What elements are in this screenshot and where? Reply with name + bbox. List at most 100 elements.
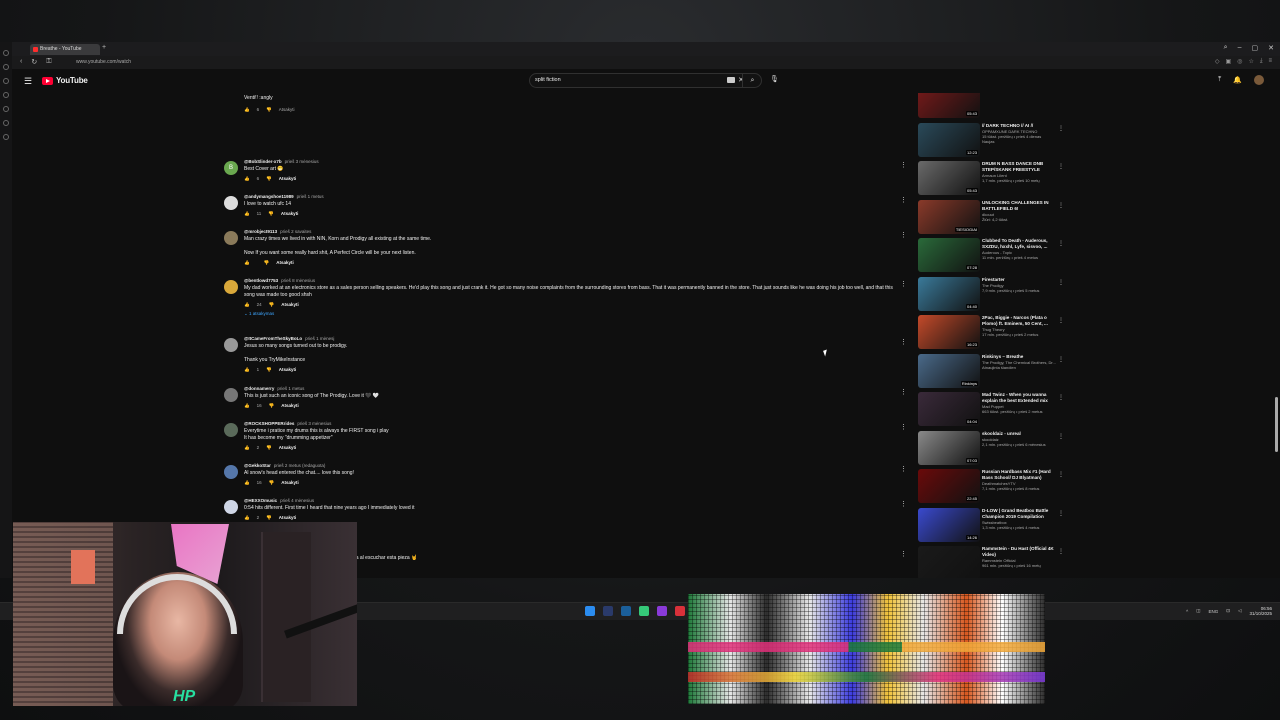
video-channel[interactable]: The Prodigy, The Chemical Brothers, Dr..… [982,360,1062,365]
avatar[interactable] [224,423,238,437]
avatar[interactable] [224,231,238,245]
more-options-icon[interactable]: ⋮ [1058,548,1064,555]
video-thumbnail[interactable]: 07:03 [918,430,980,465]
reply-button[interactable]: Atsakyti [281,302,299,307]
related-video[interactable]: 05:43 DRUM N BASS DANCE DNB STEP/SKANK F… [916,161,1076,199]
related-video[interactable]: Rammstein - Du Hast (Official 4K Video) … [916,546,1076,578]
comment-time[interactable]: prieš 2 savaites [280,229,311,234]
network-icon[interactable]: ⊡ [1226,608,1230,614]
dislike-icon[interactable]: 👎 [266,367,272,373]
sidebar-app-icon[interactable] [3,78,9,84]
comment-time[interactable]: prieš 1 mėnesį [305,336,334,341]
sidebar-app-icon[interactable] [3,134,9,140]
more-options-icon[interactable]: ⋮ [900,500,907,508]
like-icon[interactable]: 👍 [244,302,250,308]
reply-button[interactable]: Atsakyti [279,176,297,181]
taskbar-app-icon[interactable] [639,606,649,616]
related-video[interactable]: 12:23 // DARK TECHNO // AI // OPPAMXUNE … [916,122,1076,161]
dislike-icon[interactable]: 👎 [268,211,274,217]
comment-author[interactable]: @GekkoStar [244,463,271,468]
comment-author[interactable]: @ROCKSHOPPERrides [244,421,294,426]
avatar[interactable]: B [224,161,238,175]
video-thumbnail[interactable]: TIESIOGIAI [918,199,980,234]
hamburger-menu-icon[interactable]: ☰ [24,76,32,87]
video-title[interactable]: Clubbed To Death - Auderous, SXZDU, hxxh… [982,238,1062,250]
maximize-icon[interactable]: ▢ [1252,44,1259,52]
search-button[interactable]: ⌕ [742,73,762,88]
youtube-logo[interactable]: YouTube [42,76,88,85]
more-options-icon[interactable]: ⋮ [1058,394,1064,401]
avatar[interactable] [224,388,238,402]
more-options-icon[interactable]: ⋮ [900,550,907,558]
video-title[interactable]: 2Pac, Biggie - Narcos (Plata o Plomo) ft… [982,315,1062,327]
voice-search-icon[interactable]: 🎙 [770,75,779,83]
like-icon[interactable]: 👍 [244,367,250,373]
video-thumbnail[interactable]: 07:28 [918,238,980,272]
like-icon[interactable]: 👍 [244,403,250,409]
reply-button[interactable]: Atsakyti [279,367,297,372]
create-icon[interactable]: ⤒ [1218,76,1221,84]
more-options-icon[interactable]: ⋮ [1058,125,1064,132]
windows-start-icon[interactable] [585,606,595,616]
comment-time[interactable]: prieš 2 metus (redaguota) [274,463,326,468]
reply-button[interactable]: Atsakyti [276,260,294,265]
like-icon[interactable]: 👍 [244,176,250,182]
comment-author[interactable]: @BobSlinder-x7b [244,159,282,164]
more-options-icon[interactable]: ⋮ [900,280,907,288]
video-title[interactable]: Rammstein - Du Hast (Official 4K Video) [982,546,1062,558]
more-options-icon[interactable]: ⋮ [1058,356,1064,363]
related-video[interactable]: 05:43 Naujas [916,93,1076,122]
sidebar-app-icon[interactable] [3,92,9,98]
extension-icon[interactable]: ◎ [1237,58,1242,65]
like-icon[interactable]: 👍 [244,107,250,113]
more-options-icon[interactable]: ⋮ [1058,433,1064,440]
url-field[interactable]: www.youtube.com/watch [76,59,131,65]
avatar[interactable] [224,500,238,514]
more-options-icon[interactable]: ⋮ [1058,510,1064,517]
keyboard-icon[interactable] [727,77,735,83]
comment-author[interactable]: @bentlowd7753 [244,278,278,283]
reply-button[interactable]: Atsakyti [281,480,299,485]
more-options-icon[interactable]: ⋮ [1058,163,1064,170]
comment-time[interactable]: prieš 3 mėnesius [297,421,331,426]
video-thumbnail[interactable]: 12:23 [918,122,980,157]
related-video[interactable]: TIESIOGIAI UNLOCKING CHALLENGES IN BATTL… [916,199,1076,238]
video-title[interactable]: Russian Hardbass Mix #1 (Hard Bass Schoo… [982,469,1062,481]
tab-youtube[interactable]: Breathe - YouTube [30,44,100,55]
video-thumbnail[interactable]: Rinkinys [918,353,980,388]
new-tab-button[interactable]: + [102,44,106,51]
like-icon[interactable]: 👍 [244,211,250,217]
like-icon[interactable]: 👍 [244,515,250,521]
video-thumbnail[interactable] [918,546,980,578]
taskbar-app-icon[interactable] [603,606,613,616]
video-thumbnail[interactable]: 14:26 [918,507,980,542]
comment-author[interactable]: @ItCameFromTheSkyBoLo [244,336,302,341]
sidebar-app-icon[interactable] [3,120,9,126]
bookmark-icon[interactable]: ☆ [1248,58,1253,65]
related-video[interactable]: Rinkinys Rinkinys – Breathe The Prodigy,… [916,353,1076,392]
steam-icon[interactable] [621,606,631,616]
dislike-icon[interactable]: 👎 [266,107,272,113]
download-icon[interactable]: ⤓ [1260,58,1263,65]
more-options-icon[interactable]: ⋮ [900,465,907,473]
video-title[interactable]: D-LOW | Grand Beatbox Battle Champion 20… [982,508,1062,520]
show-replies-button[interactable]: ⌄ 1 atsakymas [244,311,899,317]
page-scrollbar[interactable] [1275,397,1278,452]
sidebar-app-icon[interactable] [3,64,9,70]
reply-button[interactable]: Atsakyti [281,403,299,408]
video-thumbnail[interactable]: 22:45 [918,469,980,503]
dislike-icon[interactable]: 👎 [269,480,275,486]
dislike-icon[interactable]: 👎 [266,445,272,451]
related-video[interactable]: 14:26 D-LOW | Grand Beatbox Battle Champ… [916,507,1076,546]
browser-app-icon[interactable] [675,606,685,616]
more-options-icon[interactable]: ⋮ [1058,279,1064,286]
more-options-icon[interactable]: ⋮ [900,161,907,169]
reply-button[interactable]: Atsakyti [281,211,299,216]
search-tabs-icon[interactable]: ⌕ [1224,44,1228,52]
video-title[interactable]: DRUM N BASS DANCE DNB STEP/SKANK FREESTY… [982,161,1062,173]
video-title[interactable]: Mad Twinz - When you wanna explain the b… [982,392,1062,404]
video-thumbnail[interactable]: 05:43 [918,93,980,118]
related-video[interactable]: 07:03 skooldaiz - unreal skooldaiz 2,1 m… [916,430,1076,469]
more-options-icon[interactable]: ⋮ [900,196,907,204]
comment-time[interactable]: prieš 3 mėnesius [285,159,319,164]
